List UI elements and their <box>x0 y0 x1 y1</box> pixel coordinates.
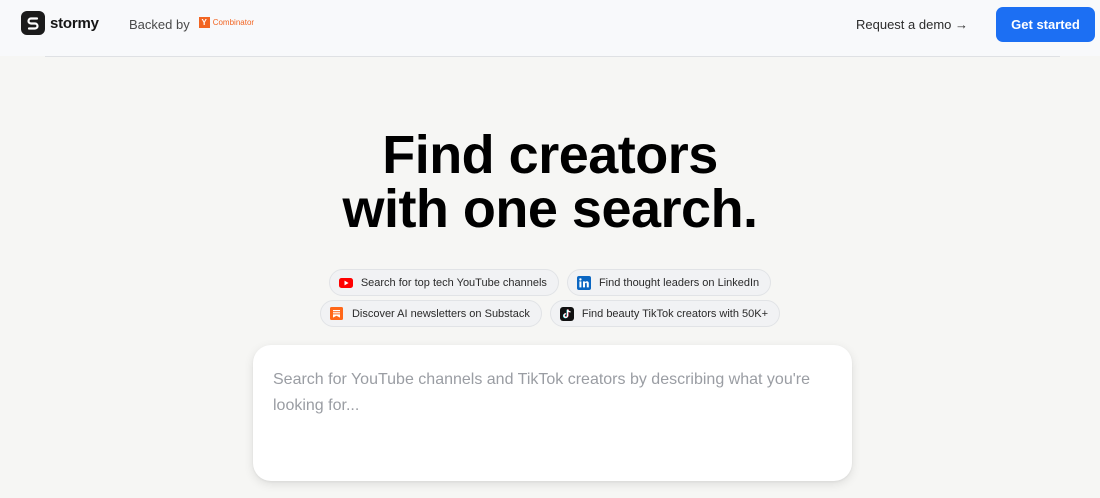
hero-title-line-1: Find creators <box>382 125 718 185</box>
get-started-button[interactable]: Get started <box>996 7 1095 42</box>
suggestion-chip-substack[interactable]: Discover AI newsletters on Substack <box>319 300 542 327</box>
suggestion-chip-tiktok[interactable]: Find beauty TikTok creators with 50K+ <box>549 300 781 327</box>
hero-title: Find creators with one search. <box>0 128 1100 236</box>
backed-by: Backed by Y Combinator <box>129 17 254 32</box>
y-combinator-name: Combinator <box>212 18 255 27</box>
suggestion-chip-label: Search for top tech YouTube channels <box>360 276 547 289</box>
search-card <box>253 345 852 481</box>
suggestion-chip-label: Discover AI newsletters on Substack <box>351 307 530 320</box>
stormy-logo-icon <box>21 11 45 35</box>
top-nav: stormy Backed by Y Combinator Request a … <box>0 0 1100 56</box>
suggestion-chip-linkedin[interactable]: Find thought leaders on LinkedIn <box>566 269 772 296</box>
suggestion-chip-youtube[interactable]: Search for top tech YouTube channels <box>328 269 559 296</box>
search-input[interactable] <box>273 367 833 463</box>
youtube-icon <box>338 276 353 290</box>
suggestion-chip-label: Find beauty TikTok creators with 50K+ <box>581 307 769 320</box>
request-demo-link[interactable]: Request a demo → <box>856 17 968 32</box>
linkedin-icon <box>576 275 591 290</box>
brand-name: stormy <box>50 14 99 32</box>
nav-divider <box>45 56 1060 57</box>
suggestion-chips: Search for top tech YouTube channels Fin… <box>0 269 1100 331</box>
substack-icon <box>330 307 344 321</box>
tiktok-icon <box>559 306 574 321</box>
suggestion-chip-label: Find thought leaders on LinkedIn <box>598 276 760 289</box>
brand-home-link[interactable]: stormy <box>21 11 99 35</box>
y-combinator-logo-icon: Y <box>198 17 210 28</box>
hero-title-line-2: with one search. <box>342 179 758 239</box>
backed-by-label: Backed by <box>129 17 190 32</box>
